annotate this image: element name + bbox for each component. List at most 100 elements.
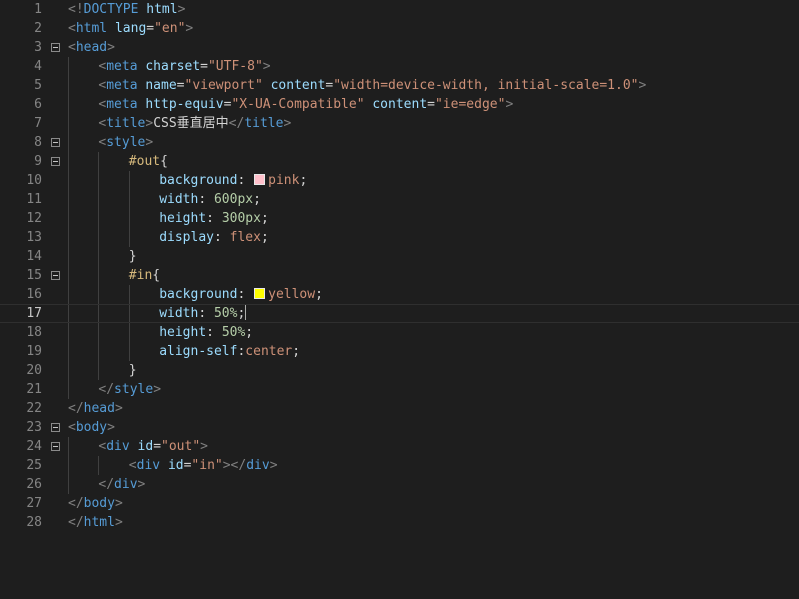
token-punct: > xyxy=(114,401,123,416)
token-tag: style xyxy=(114,382,154,397)
code-line[interactable]: 1 <!DOCTYPE html> xyxy=(0,0,799,19)
line-number: 23 xyxy=(26,420,42,435)
line-number: 16 xyxy=(26,287,42,302)
token-plain: ; xyxy=(299,173,308,188)
token-punct: > xyxy=(200,439,208,454)
token-str: "viewport" xyxy=(184,78,263,93)
token-tag: div xyxy=(114,477,138,492)
code-line[interactable]: 4 <meta charset="UTF-8"> xyxy=(0,57,799,76)
token-plain: : xyxy=(206,325,222,340)
code-line[interactable]: 23 <body> xyxy=(0,418,799,437)
code-line[interactable]: 13 display: flex; xyxy=(0,228,799,247)
code-line[interactable]: 6 <meta http-equiv="X-UA-Compatible" cont… xyxy=(0,95,799,114)
token-punct: > xyxy=(262,59,271,74)
code-line[interactable]: 26 </div> xyxy=(0,475,799,494)
fold-toggle-icon[interactable] xyxy=(51,271,60,280)
token-str: "ie=edge" xyxy=(434,97,506,112)
token-prop: background xyxy=(159,287,238,302)
token-prop: display xyxy=(159,230,214,245)
code-line[interactable]: 21 </style> xyxy=(0,380,799,399)
token-punct: > xyxy=(153,382,162,397)
token-plain: ; xyxy=(253,192,261,207)
token-val: flex xyxy=(229,230,261,245)
line-number: 17 xyxy=(26,306,42,321)
token-str: "width=device-width, initial-scale=1.0" xyxy=(333,78,639,93)
line-number: 7 xyxy=(34,116,42,131)
token-text: CSS垂直居中 xyxy=(153,116,229,131)
token-punct: > xyxy=(137,477,146,492)
token-plain: : xyxy=(206,211,222,226)
code-text: </head> xyxy=(68,399,123,418)
line-number: 19 xyxy=(26,344,42,359)
code-line[interactable]: 27 </body> xyxy=(0,494,799,513)
token-tag: title xyxy=(244,116,284,131)
token-punct: > xyxy=(638,78,647,93)
color-swatch-icon[interactable] xyxy=(254,174,266,185)
line-number: 6 xyxy=(34,97,42,112)
fold-toggle-icon[interactable] xyxy=(51,43,60,52)
code-line[interactable]: 28 </html> xyxy=(0,513,799,532)
line-number: 9 xyxy=(34,154,42,169)
token-plain: ; xyxy=(260,230,269,245)
fold-toggle-icon[interactable] xyxy=(51,157,60,166)
code-line[interactable]: 3 <head> xyxy=(0,38,799,57)
code-line[interactable]: 24 <div id="out"> xyxy=(0,437,799,456)
code-line[interactable]: 8 <style> xyxy=(0,133,799,152)
token-tag: div xyxy=(246,458,270,473)
code-line[interactable]: 18 height: 50%; xyxy=(0,323,799,342)
token-val: yellow xyxy=(268,287,316,302)
token-tag: body xyxy=(75,420,108,435)
token-prop: align-self xyxy=(159,344,238,359)
code-text: #in{ xyxy=(129,266,160,285)
code-line[interactable]: 17 width: 50%; xyxy=(0,304,799,323)
token-num: 600px xyxy=(213,192,254,207)
code-line[interactable]: 10 background: pink; xyxy=(0,171,799,190)
code-text: width: 50%; xyxy=(159,305,247,322)
token-punct: > xyxy=(145,116,154,131)
code-line[interactable]: 25 <div id="in"></div> xyxy=(0,456,799,475)
code-line[interactable]: 16 background: yellow; xyxy=(0,285,799,304)
line-number: 15 xyxy=(26,268,42,283)
code-line[interactable]: 22 </head> xyxy=(0,399,799,418)
code-line[interactable]: 12 height: 300px; xyxy=(0,209,799,228)
line-number: 1 xyxy=(34,2,42,17)
code-text: </div> xyxy=(98,475,145,494)
code-editor[interactable]: 1 <!DOCTYPE html> 2 <html lang="en"> 3 <head>… xyxy=(0,0,799,599)
token-attr: name xyxy=(145,78,177,93)
line-number: 8 xyxy=(34,135,42,150)
code-line[interactable]: 19 align-self:center; xyxy=(0,342,799,361)
code-line[interactable]: 20} xyxy=(0,361,799,380)
fold-toggle-icon[interactable] xyxy=(51,442,60,451)
token-plain: : xyxy=(237,287,254,302)
token-plain: ; xyxy=(260,211,269,226)
token-tag: title xyxy=(106,116,146,131)
code-line[interactable]: 5 <meta name="viewport" content="width=de… xyxy=(0,76,799,95)
token-punct: < xyxy=(68,420,76,435)
token-tag: div xyxy=(106,439,130,454)
token-attr: http-equiv xyxy=(145,97,224,112)
code-text: width: 600px; xyxy=(159,190,261,209)
token-str: "X-UA-Compatible" xyxy=(231,97,365,112)
line-number: 27 xyxy=(26,496,42,511)
code-line[interactable]: 14} xyxy=(0,247,799,266)
line-number: 4 xyxy=(34,59,42,74)
code-line[interactable]: 2 <html lang="en"> xyxy=(0,19,799,38)
token-punct: ></ xyxy=(222,458,247,473)
code-line[interactable]: 7 <title>CSS垂直居中</title> xyxy=(0,114,799,133)
fold-toggle-icon[interactable] xyxy=(51,423,60,432)
fold-toggle-icon[interactable] xyxy=(51,138,60,147)
token-attr: html xyxy=(146,2,178,17)
line-number: 14 xyxy=(26,249,42,264)
code-line[interactable]: 11 width: 600px; xyxy=(0,190,799,209)
code-text: #out{ xyxy=(129,152,168,171)
token-punct: > xyxy=(505,97,514,112)
code-line[interactable]: 9 #out{ xyxy=(0,152,799,171)
code-text: <div id="in"></div> xyxy=(129,456,278,475)
token-sel: #in xyxy=(128,268,153,283)
code-text: <style> xyxy=(98,133,153,152)
code-line[interactable]: 15 #in{ xyxy=(0,266,799,285)
token-punct: > xyxy=(145,135,154,150)
color-swatch-icon[interactable] xyxy=(254,288,266,299)
token-tag: head xyxy=(75,40,108,55)
